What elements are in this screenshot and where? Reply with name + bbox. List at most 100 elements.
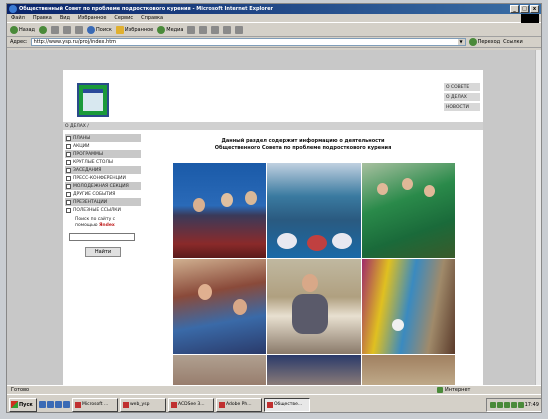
photo-forum-stage[interactable] xyxy=(267,163,361,258)
nav-item-presentations[interactable]: ПРЕЗЕНТАЦИИ xyxy=(65,198,141,206)
vertical-scrollbar[interactable] xyxy=(535,50,541,385)
address-url: http://www.ysp.ru/proj/index.htm xyxy=(33,39,117,45)
photo-bottom-right[interactable] xyxy=(361,355,455,385)
tray-icon[interactable] xyxy=(510,401,517,408)
nav-item-youth-section[interactable]: МОЛОДЕЖНАЯ СЕКЦИЯ xyxy=(65,182,141,190)
statusbar: Готово Интернет xyxy=(7,385,541,394)
media-icon xyxy=(157,25,166,34)
photo-youth-group[interactable] xyxy=(361,163,455,258)
top-nav: О СОВЕТЕ О ДЕЛАХ НОВОСТИ xyxy=(444,83,480,111)
search-icon xyxy=(87,25,96,34)
tray-icon[interactable] xyxy=(503,401,510,408)
outlook-quicklaunch-icon[interactable] xyxy=(47,401,54,408)
window-titlebar[interactable]: Общественный Совет по проблеме подростко… xyxy=(7,4,541,14)
photo-detail xyxy=(221,193,233,207)
refresh-icon[interactable] xyxy=(63,25,72,34)
photo-speaker[interactable] xyxy=(267,259,361,354)
task-web-ysp[interactable]: web_ysp xyxy=(120,397,166,412)
window-title: Общественный Совет по проблеме подростко… xyxy=(19,6,273,12)
menu-tools[interactable]: Сервис xyxy=(114,15,133,21)
tray-icon[interactable] xyxy=(489,401,496,408)
status-text: Готово xyxy=(11,387,30,393)
nav-item-round-tables[interactable]: КРУГЛЫЕ СТОЛЫ xyxy=(65,158,141,166)
close-button[interactable]: x xyxy=(530,5,539,13)
nav-item-actions[interactable]: АКЦИИ xyxy=(65,142,141,150)
address-input[interactable]: http://www.ysp.ru/proj/index.htm ▼ xyxy=(30,38,466,46)
mail-icon[interactable] xyxy=(199,25,208,34)
nav-item-plans[interactable]: ПЛАНЫ xyxy=(65,134,141,142)
intro-line-1: Данный раздел содержит информацию о деят… xyxy=(221,138,385,144)
desktop-quicklaunch-icon[interactable] xyxy=(55,401,62,408)
forward-arrow-icon[interactable] xyxy=(39,25,48,34)
photo-detail xyxy=(245,191,257,205)
task-photoshop[interactable]: Adobe Ph... xyxy=(216,397,262,412)
nav-item-programs[interactable]: ПРОГРАММЫ xyxy=(65,150,141,158)
home-icon[interactable] xyxy=(75,25,84,34)
photo-bottom-middle[interactable] xyxy=(267,355,361,385)
chevron-down-icon[interactable]: ▼ xyxy=(457,39,465,45)
task-acdsee[interactable]: ACDSee 3... xyxy=(168,397,214,412)
print-icon[interactable] xyxy=(211,25,220,34)
maximize-button[interactable]: □ xyxy=(520,5,529,13)
find-button[interactable]: Найти xyxy=(85,247,121,257)
media-quicklaunch-icon[interactable] xyxy=(63,401,70,408)
links-button[interactable]: Ссылки xyxy=(503,39,523,45)
ie-quicklaunch-icon[interactable] xyxy=(39,401,46,408)
quick-launch xyxy=(39,401,70,408)
start-button[interactable]: Пуск xyxy=(9,397,37,412)
menu-view[interactable]: Вид xyxy=(60,15,70,21)
history-icon[interactable] xyxy=(187,25,196,34)
edit-icon[interactable] xyxy=(223,25,232,34)
topnav-about-activities[interactable]: О ДЕЛАХ xyxy=(444,93,480,101)
checkbox-icon xyxy=(66,159,71,165)
photo-audience[interactable] xyxy=(173,259,267,354)
media-button[interactable]: Медиа xyxy=(157,25,183,34)
topnav-news[interactable]: НОВОСТИ xyxy=(444,103,480,111)
task-ie-active[interactable]: Обществе... xyxy=(264,397,310,412)
menu-favorites[interactable]: Избранное xyxy=(78,15,106,21)
back-button[interactable]: Назад xyxy=(10,25,35,34)
nav-item-meetings[interactable]: ЗАСЕДАНИЯ xyxy=(65,166,141,174)
menu-file[interactable]: Файл xyxy=(11,15,25,21)
stop-icon[interactable] xyxy=(51,25,60,34)
photo-detail xyxy=(332,233,353,249)
task-microsoft[interactable]: Microsoft ... xyxy=(72,397,118,412)
ie-icon xyxy=(267,401,273,408)
toolbar: Назад Поиск Избранное Медиа xyxy=(7,23,541,37)
search-button[interactable]: Поиск xyxy=(87,25,112,34)
site-logo[interactable] xyxy=(77,83,109,117)
address-label: Адрес: xyxy=(10,39,28,45)
checkbox-icon xyxy=(66,199,71,205)
security-zone: Интернет xyxy=(437,387,470,393)
tray-icon[interactable] xyxy=(517,401,524,408)
clock[interactable]: 17:49 xyxy=(525,402,539,408)
photo-sports-hall[interactable] xyxy=(361,259,455,354)
menu-edit[interactable]: Правка xyxy=(33,15,52,21)
site-search-input[interactable] xyxy=(69,233,135,241)
tray-icon[interactable] xyxy=(496,401,503,408)
nav-item-other-events[interactable]: ДРУГИЕ СОБЫТИЯ xyxy=(65,190,141,198)
taskbar: Пуск Microsoft ... web_ysp ACDSee 3... A… xyxy=(7,394,541,412)
photo-detail xyxy=(391,319,404,331)
checkbox-icon xyxy=(66,143,71,149)
discuss-icon[interactable] xyxy=(235,25,244,34)
browser-viewport[interactable]: О СОВЕТЕ О ДЕЛАХ НОВОСТИ О ДЕЛАХ / ПЛАНЫ… xyxy=(7,50,541,385)
photo-bottom-left[interactable] xyxy=(173,355,267,385)
yandex-logo[interactable]: Яndex xyxy=(99,223,115,228)
go-button[interactable]: Переход xyxy=(468,38,500,46)
menubar: Файл Правка Вид Избранное Сервис Справка xyxy=(7,14,541,23)
topnav-about-council[interactable]: О СОВЕТЕ xyxy=(444,83,480,91)
desktop-screen: Общественный Совет по проблеме подростко… xyxy=(6,3,542,413)
breadcrumb[interactable]: О ДЕЛАХ / xyxy=(63,122,483,130)
photo-detail xyxy=(193,198,205,212)
checkbox-icon xyxy=(66,167,71,173)
ie-icon xyxy=(9,5,17,13)
favorites-button[interactable]: Избранное xyxy=(115,25,153,34)
nav-item-press-conferences[interactable]: ПРЕСС-КОНФЕРЕНЦИИ xyxy=(65,174,141,182)
menu-help[interactable]: Справка xyxy=(141,15,163,21)
photo-press-panel[interactable] xyxy=(173,163,267,258)
addressbar: Адрес: http://www.ysp.ru/proj/index.htm … xyxy=(7,37,541,48)
system-tray: 17:49 xyxy=(485,397,541,412)
minimize-button[interactable]: _ xyxy=(510,5,519,13)
nav-item-useful-links[interactable]: ПОЛЕЗНЫЕ ССЫЛКИ xyxy=(65,206,141,214)
